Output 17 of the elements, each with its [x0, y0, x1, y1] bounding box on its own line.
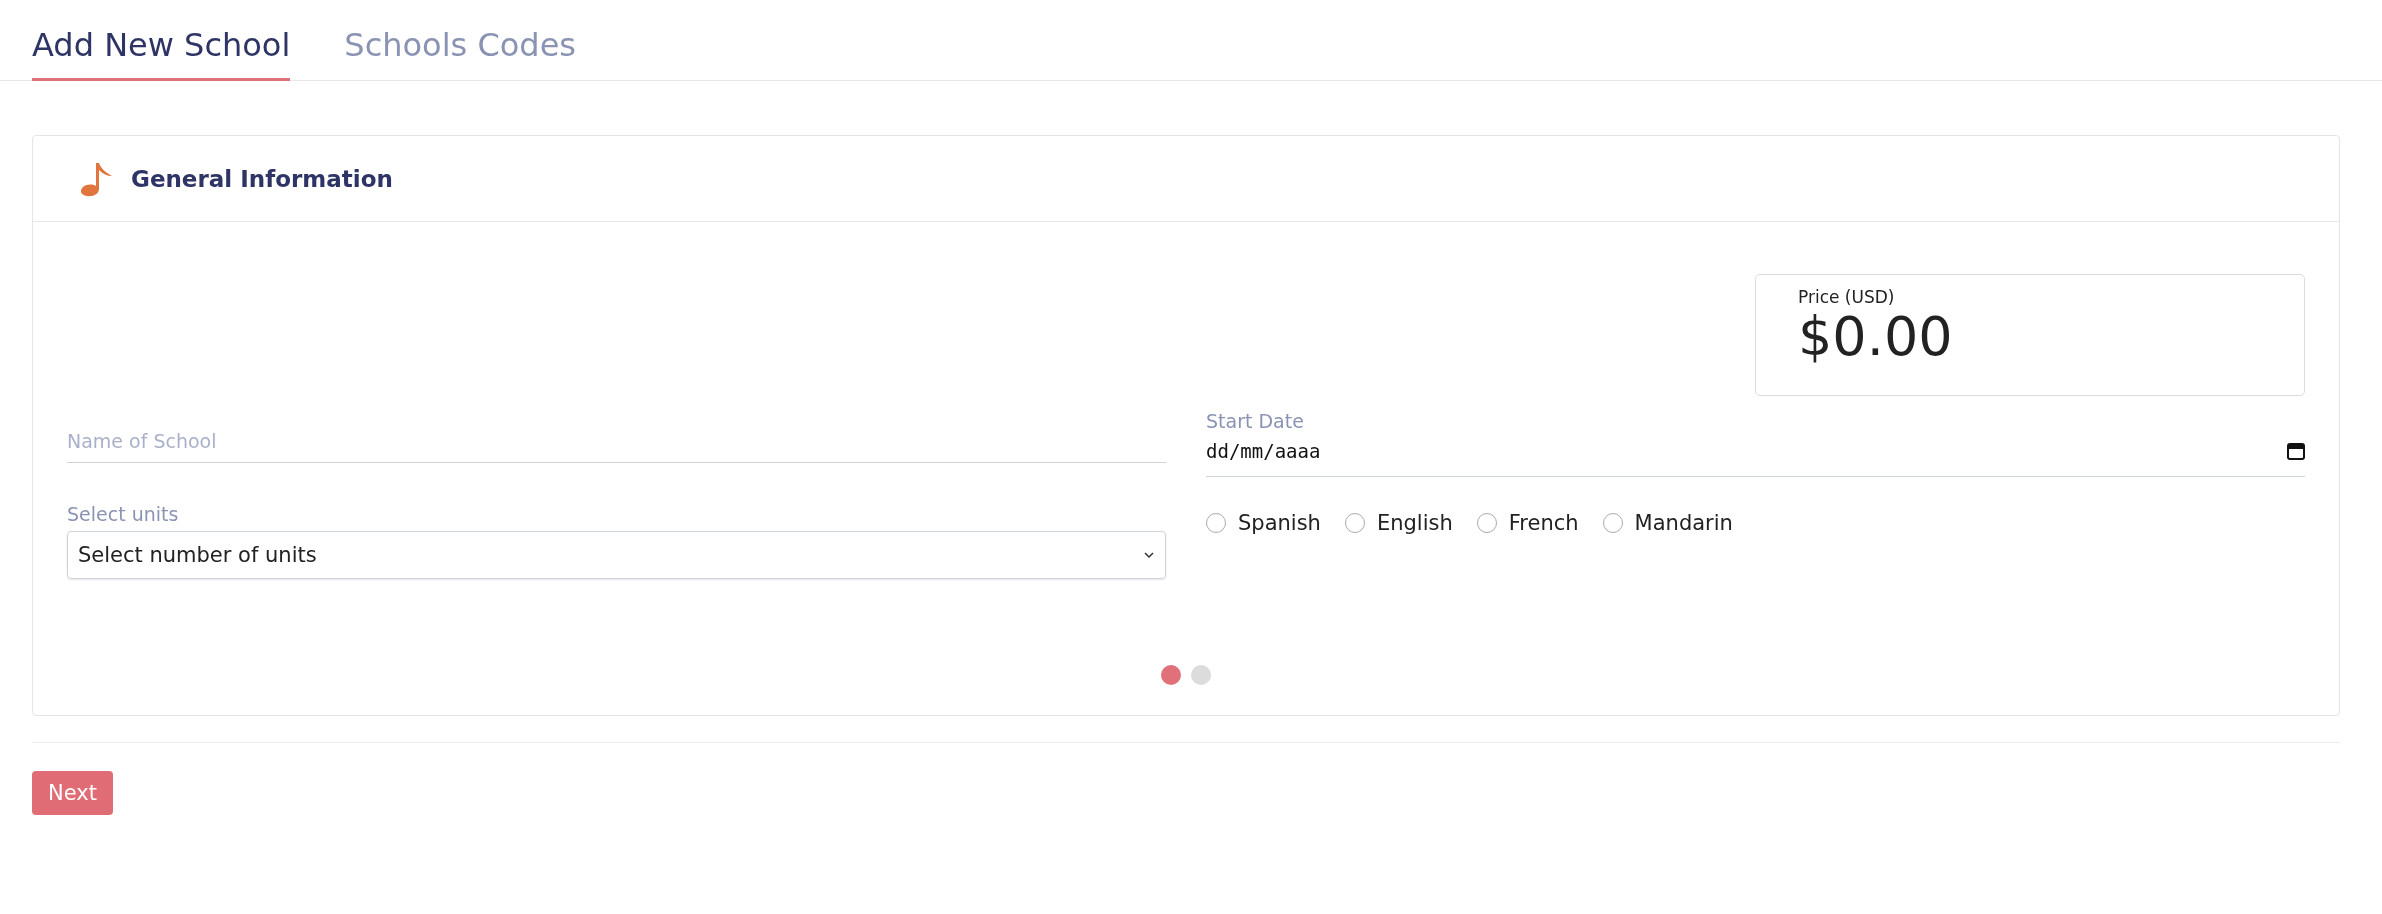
language-radio[interactable]: English — [1344, 511, 1453, 535]
language-radio[interactable]: Mandarin — [1602, 511, 1733, 535]
tab[interactable]: Add New School — [32, 0, 291, 81]
field-label: Select units — [67, 503, 179, 525]
date-field[interactable]: dd/mm/aaaa — [1206, 432, 2305, 477]
music-note-icon — [79, 160, 113, 197]
price-value: $0.00 — [1798, 307, 1954, 367]
field-label: Start Date — [1206, 410, 1304, 432]
units-select[interactable]: Select number of units — [67, 531, 1166, 579]
price-label: Price (USD) — [1798, 287, 1896, 307]
language-radio[interactable]: Spanish — [1206, 511, 1321, 535]
chevron-down-icon — [1143, 551, 1155, 559]
step-dot[interactable] — [1191, 665, 1211, 685]
calendar-icon[interactable] — [2287, 442, 2305, 460]
step-dot[interactable] — [1161, 665, 1181, 685]
language-radio[interactable]: French — [1476, 511, 1579, 535]
section-title: General Information — [131, 165, 393, 192]
